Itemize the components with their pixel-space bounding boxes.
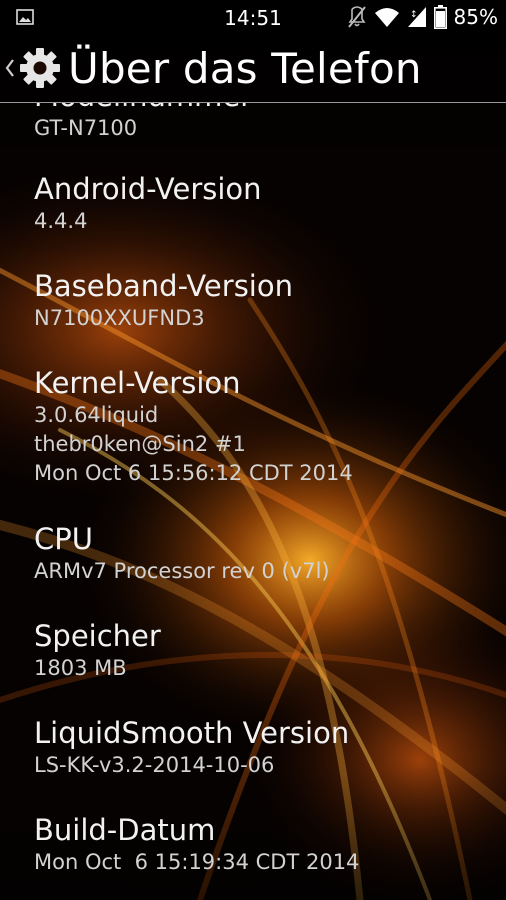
item-title: Build-Datum xyxy=(34,813,216,847)
item-summary: GT-N7100 xyxy=(34,116,138,140)
settings-gear-icon[interactable] xyxy=(18,46,62,90)
item-title: Android-Version xyxy=(34,172,262,206)
item-summary: 3.0.64liquid thebr0ken@Sin2 #1 Mon Oct 6… xyxy=(34,403,353,485)
mute-icon xyxy=(347,6,366,28)
item-summary: LS-KK-v3.2-2014-10-06 xyxy=(34,753,275,777)
signal-icon: ↕ xyxy=(407,7,426,27)
item-summary: N7100XXUFND3 xyxy=(34,306,205,330)
item-summary: 4.4.4 xyxy=(34,209,88,233)
list-item-model-number[interactable]: Modellnummer GT-N7100 xyxy=(34,102,494,143)
wifi-icon xyxy=(374,8,399,27)
page-title: Über das Telefon xyxy=(68,44,422,93)
list-item-cpu[interactable]: CPU ARMv7 Processor rev 0 (v7l) xyxy=(34,521,494,586)
up-caret-icon[interactable] xyxy=(5,57,15,79)
list-item-kernel-version[interactable]: Kernel-Version 3.0.64liquid thebr0ken@Si… xyxy=(34,365,494,488)
item-title: Modellnummer xyxy=(34,102,494,114)
action-bar: Über das Telefon xyxy=(0,36,506,103)
list-item-build-date[interactable]: Build-Datum Mon Oct 6 15:19:34 CDT 2014 xyxy=(34,812,494,877)
item-title: LiquidSmooth Version xyxy=(34,716,350,750)
item-title: CPU xyxy=(34,522,93,556)
svg-text:↕: ↕ xyxy=(410,10,418,20)
item-title: Speicher xyxy=(34,619,161,653)
item-summary: Mon Oct 6 15:19:34 CDT 2014 xyxy=(34,850,360,874)
item-summary: ARMv7 Processor rev 0 (v7l) xyxy=(34,559,330,583)
item-title: Baseband-Version xyxy=(34,269,293,303)
list-item-memory[interactable]: Speicher 1803 MB xyxy=(34,618,494,683)
settings-list: Modellnummer GT-N7100 Android-Version 4.… xyxy=(0,102,506,900)
item-summary: 1803 MB xyxy=(34,656,127,680)
battery-percent: 85% xyxy=(453,5,498,29)
battery-icon xyxy=(433,5,447,29)
list-item-liquidsmooth-version[interactable]: LiquidSmooth Version LS-KK-v3.2-2014-10-… xyxy=(34,715,494,780)
list-item-baseband-version[interactable]: Baseband-Version N7100XXUFND3 xyxy=(34,268,494,333)
status-bar: 14:51 ↕ 85% xyxy=(0,0,506,36)
status-icons: ↕ 85% xyxy=(347,5,498,29)
item-title: Kernel-Version xyxy=(34,366,241,400)
list-item-android-version[interactable]: Android-Version 4.4.4 xyxy=(34,171,494,236)
